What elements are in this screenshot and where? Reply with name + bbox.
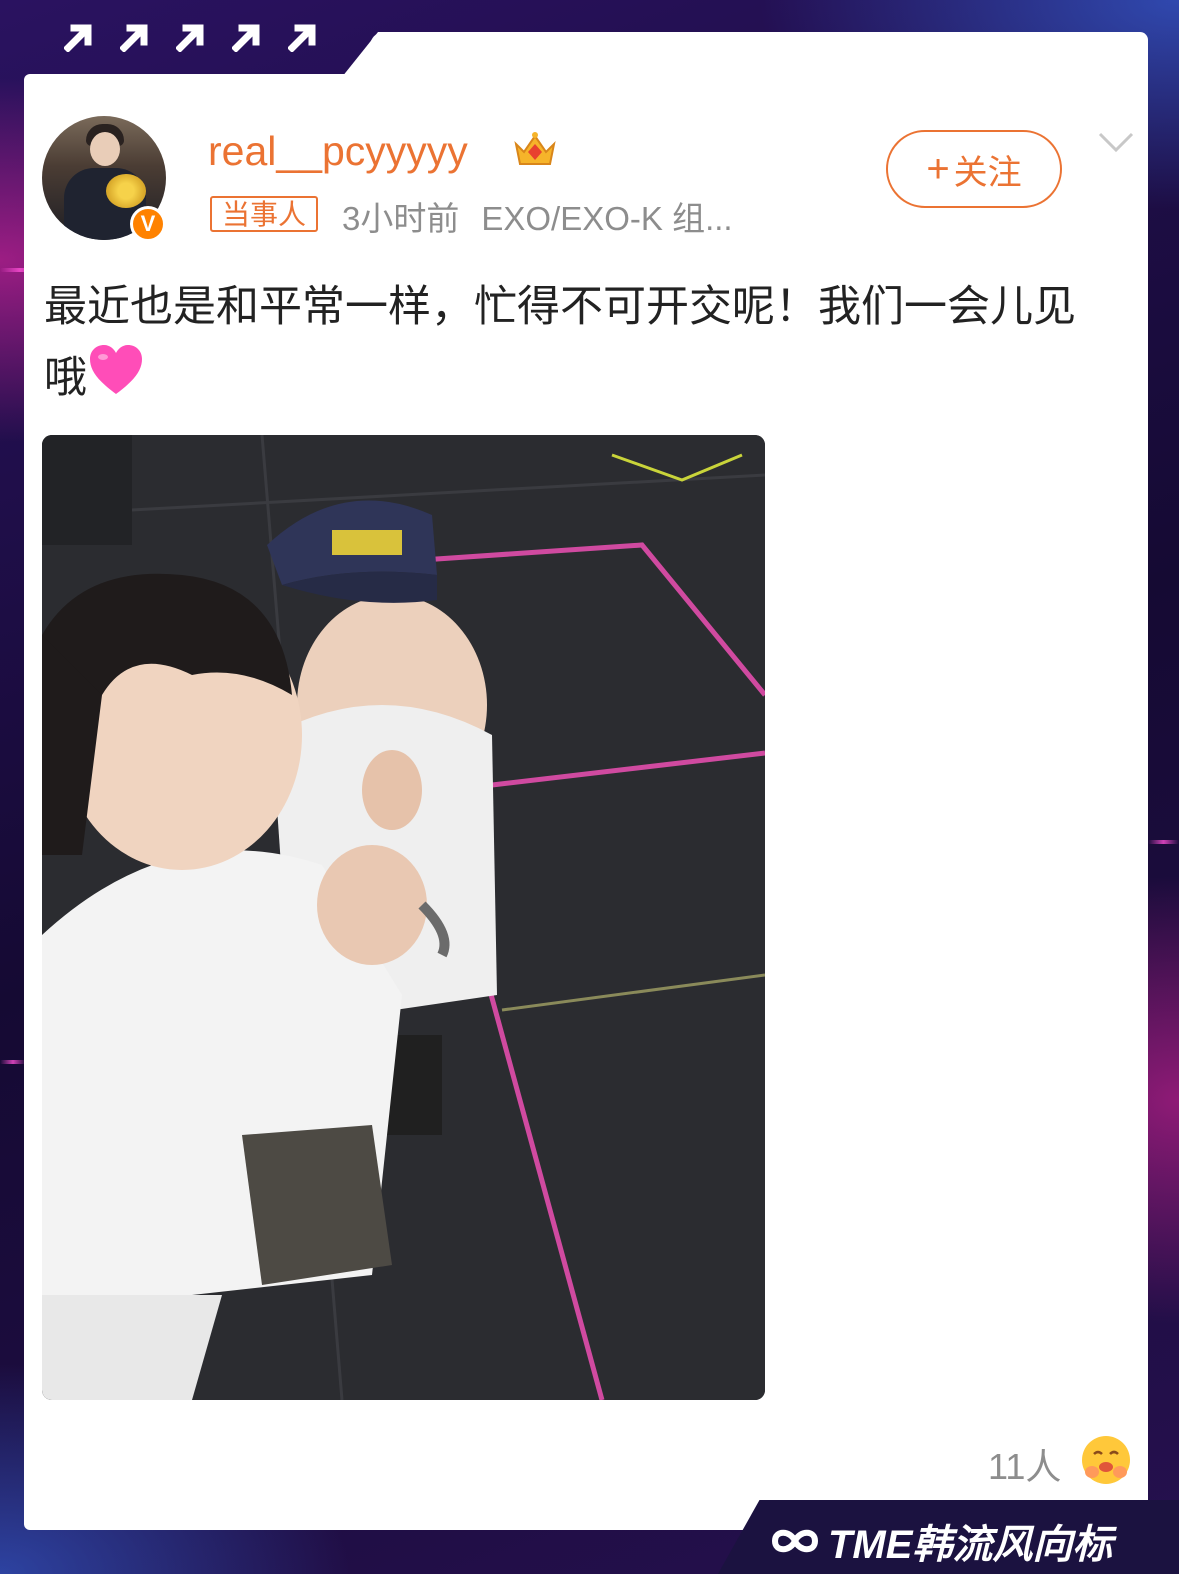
arrow-icon <box>64 24 92 52</box>
arrow-icon <box>120 24 148 52</box>
light-streak <box>1148 840 1179 844</box>
plus-icon: + <box>926 147 950 191</box>
watermark: TME韩流风向标 <box>770 1512 1112 1570</box>
role-tag: 当事人 <box>210 196 319 232</box>
follow-label: 关注 <box>953 153 1022 192</box>
username[interactable]: real__pcyyyyy <box>208 128 468 175</box>
post-meta: 3小时前 EXO/EXO-K 组... <box>342 192 733 240</box>
verified-badge-icon: V <box>130 206 166 242</box>
post-source[interactable]: EXO/EXO-K 组... <box>481 200 732 237</box>
post-time: 3小时前 <box>342 200 460 237</box>
infinity-logo-icon <box>771 1529 819 1553</box>
arrow-icon <box>176 24 204 52</box>
hug-emoji-icon[interactable] <box>1080 1434 1132 1486</box>
crown-vip-icon <box>514 132 556 165</box>
watermark-text: TME韩流风向标 <box>828 1523 1113 1567</box>
follow-button[interactable]: + 关注 <box>886 130 1062 208</box>
light-streak <box>0 1060 26 1064</box>
post-text: 最近也是和平常一样，忙得不可开交呢！我们一会儿见哦 <box>44 272 1104 413</box>
post-photo[interactable] <box>42 435 765 1400</box>
selfie-image <box>42 435 765 1400</box>
reaction-count[interactable]: 11人 <box>988 1438 1061 1490</box>
arrow-icon <box>232 24 260 52</box>
decorative-arrows <box>64 22 318 52</box>
chevron-down-icon[interactable] <box>1096 128 1136 156</box>
pink-heart-icon <box>90 345 142 394</box>
arrow-icon <box>288 24 316 52</box>
post-body: 最近也是和平常一样，忙得不可开交呢！我们一会儿见哦 <box>44 283 1076 402</box>
